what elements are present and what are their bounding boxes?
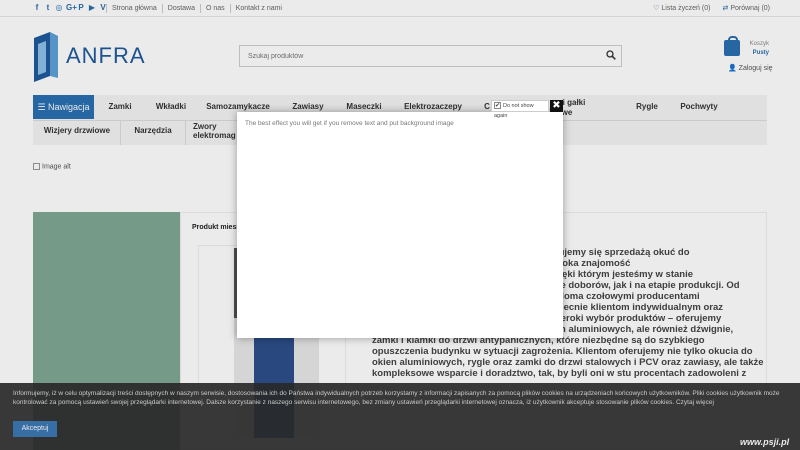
- popup-dialog: The best effect you will get if you remo…: [237, 112, 563, 338]
- popup-message: The best effect you will get if you remo…: [245, 120, 454, 127]
- close-popup-button[interactable]: ✖: [550, 100, 563, 112]
- checkbox-icon[interactable]: ✔: [494, 102, 501, 110]
- dont-show-again-toggle[interactable]: ✔ Do not show again: [491, 100, 549, 119]
